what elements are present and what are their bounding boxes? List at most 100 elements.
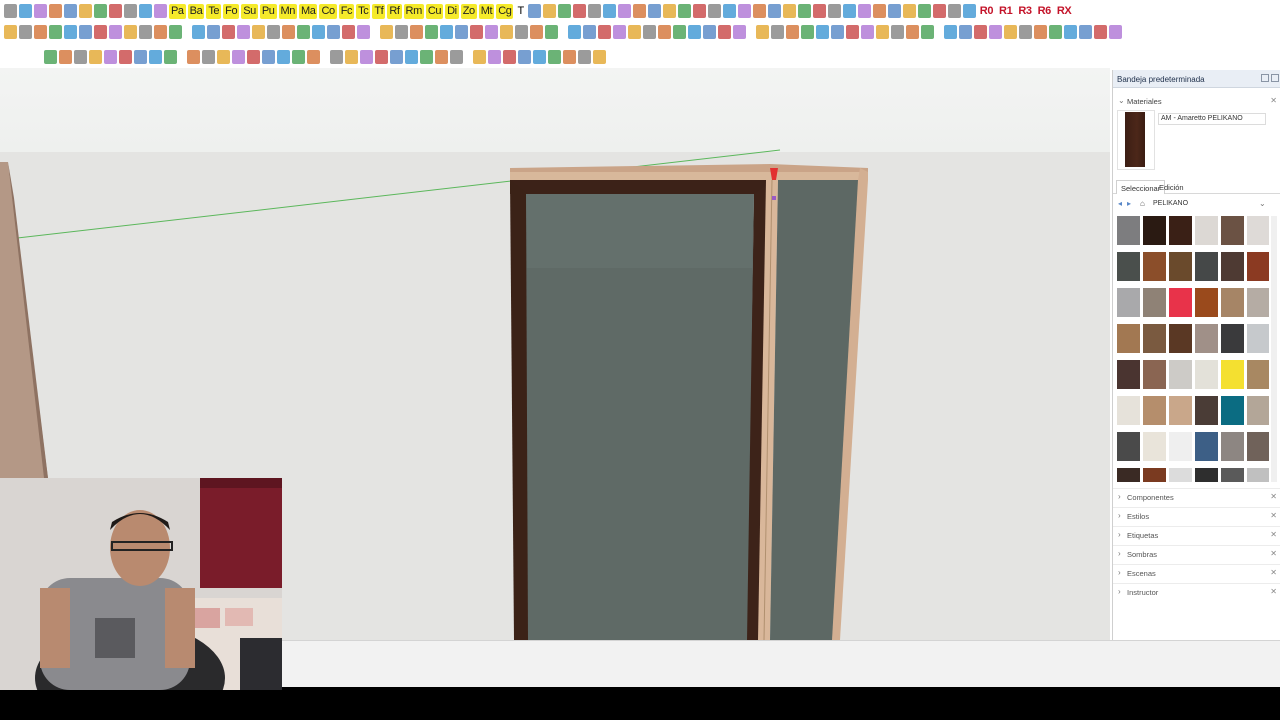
toolbar-tool-icon[interactable]: [1019, 25, 1032, 39]
toolbar-button-cu[interactable]: Cu: [425, 3, 444, 19]
toolbar-tool-icon[interactable]: [515, 25, 528, 39]
toolbar-tool-icon[interactable]: [959, 25, 972, 39]
toolbar-button-ma[interactable]: Ma: [298, 3, 318, 19]
toolbar-button-fo[interactable]: Fo: [223, 3, 240, 19]
toolbar-button-mt[interactable]: Mt: [478, 3, 495, 19]
material-name-field[interactable]: AM - Amaretto PELIKANO: [1158, 113, 1266, 125]
material-swatch[interactable]: [1117, 360, 1140, 389]
toolbar-tool-icon[interactable]: [342, 25, 355, 39]
material-swatch[interactable]: [1195, 216, 1218, 245]
toolbar-tool-icon[interactable]: [154, 25, 167, 39]
toolbar-button-fc[interactable]: Fc: [338, 3, 355, 19]
toolbar-tool-icon[interactable]: [568, 25, 581, 39]
tray-pin-icon[interactable]: [1261, 74, 1269, 82]
toolbar-tool-icon[interactable]: [327, 25, 340, 39]
toolbar-button-tc[interactable]: Tc: [356, 3, 371, 19]
material-swatch[interactable]: [1169, 432, 1192, 461]
tray-section-estilos[interactable]: › Estilos ✕: [1113, 507, 1280, 523]
toolbar-tool-icon[interactable]: [816, 25, 829, 39]
toolbar-tool-icon[interactable]: [1034, 25, 1047, 39]
material-swatch[interactable]: [1117, 432, 1140, 461]
material-swatch[interactable]: [1221, 432, 1244, 461]
toolbar-tool-icon[interactable]: [104, 50, 117, 64]
toolbar-tool-icon[interactable]: [435, 50, 448, 64]
toolbar-tool-icon[interactable]: [237, 25, 250, 39]
tray-section-componentes[interactable]: › Componentes ✕: [1113, 488, 1280, 504]
toolbar-tool-icon[interactable]: [232, 50, 245, 64]
toolbar-tool-icon[interactable]: [733, 25, 746, 39]
toolbar-tool-icon[interactable]: [771, 25, 784, 39]
toolbar-tool-icon[interactable]: [124, 4, 137, 18]
toolbar-button-zo[interactable]: Zo: [460, 3, 477, 19]
toolbar-tool-icon[interactable]: [602, 4, 616, 18]
toolbar-tool-icon[interactable]: [375, 50, 388, 64]
toolbar-tool-icon[interactable]: [917, 4, 931, 18]
toolbar-button-t[interactable]: T: [515, 4, 525, 19]
toolbar-tool-icon[interactable]: [94, 4, 107, 18]
toolbar-tool-icon[interactable]: [307, 50, 320, 64]
toolbar-tool-icon[interactable]: [1109, 25, 1122, 39]
toolbar-button-rf[interactable]: Rf: [387, 3, 402, 19]
material-swatch[interactable]: [1143, 468, 1166, 482]
toolbar-tool-icon[interactable]: [613, 25, 626, 39]
material-swatch[interactable]: [1169, 396, 1192, 425]
toolbar-tool-icon[interactable]: [405, 50, 418, 64]
collection-selector[interactable]: ◂ ▸ ⌂ PELIKANO ⌄: [1113, 198, 1280, 210]
toolbar-tool-icon[interactable]: [962, 4, 976, 18]
material-swatch[interactable]: [1247, 252, 1269, 281]
toolbar-tool-icon[interactable]: [593, 50, 606, 64]
toolbar-tool-icon[interactable]: [643, 25, 656, 39]
tray-section-instructor[interactable]: › Instructor ✕: [1113, 583, 1280, 599]
toolbar-tool-icon[interactable]: [470, 25, 483, 39]
toolbar-tool-icon[interactable]: [974, 25, 987, 39]
toolbar-tool-icon[interactable]: [628, 25, 641, 39]
toolbar-tool-icon[interactable]: [312, 25, 325, 39]
toolbar-tool-icon[interactable]: [989, 25, 1002, 39]
toolbar-tool-icon[interactable]: [74, 50, 87, 64]
toolbar-tool-icon[interactable]: [488, 50, 501, 64]
toolbar-tool-icon[interactable]: [782, 4, 796, 18]
toolbar-tool-icon[interactable]: [548, 50, 561, 64]
material-swatch[interactable]: [1169, 360, 1192, 389]
toolbar-tool-icon[interactable]: [801, 25, 814, 39]
material-swatch[interactable]: [1169, 288, 1192, 317]
toolbar-tool-icon[interactable]: [4, 25, 17, 39]
toolbar-tool-icon[interactable]: [207, 25, 220, 39]
close-icon[interactable]: ✕: [1270, 492, 1277, 501]
materials-header[interactable]: ⌄ Materiales ✕: [1113, 96, 1280, 108]
toolbar-tool-icon[interactable]: [812, 4, 826, 18]
toolbar-button-rx[interactable]: RX: [1055, 4, 1073, 19]
toolbar-tool-icon[interactable]: [872, 4, 886, 18]
toolbar-tool-icon[interactable]: [59, 50, 72, 64]
toolbar-tool-icon[interactable]: [827, 4, 841, 18]
toolbar-tool-icon[interactable]: [947, 4, 961, 18]
toolbar-tool-icon[interactable]: [217, 50, 230, 64]
toolbar-tool-icon[interactable]: [1004, 25, 1017, 39]
material-swatch[interactable]: [1117, 252, 1140, 281]
toolbar-button-ba[interactable]: Ba: [187, 3, 205, 19]
material-swatch[interactable]: [1247, 468, 1269, 482]
toolbar-tool-icon[interactable]: [846, 25, 859, 39]
toolbar-tool-icon[interactable]: [139, 4, 152, 18]
toolbar-tool-icon[interactable]: [4, 4, 17, 18]
toolbar-tool-icon[interactable]: [119, 50, 132, 64]
toolbar-tool-icon[interactable]: [485, 25, 498, 39]
toolbar-tool-icon[interactable]: [252, 25, 265, 39]
toolbar-tool-icon[interactable]: [673, 25, 686, 39]
toolbar-tool-icon[interactable]: [109, 25, 122, 39]
material-swatch[interactable]: [1221, 252, 1244, 281]
material-swatch[interactable]: [1143, 216, 1166, 245]
toolbar-tool-icon[interactable]: [345, 50, 358, 64]
close-icon[interactable]: ✕: [1270, 530, 1277, 539]
toolbar-button-pa[interactable]: Pa: [169, 3, 186, 19]
material-swatch[interactable]: [1117, 216, 1140, 245]
toolbar-tool-icon[interactable]: [247, 50, 260, 64]
toolbar-tool-icon[interactable]: [330, 50, 343, 64]
material-swatch[interactable]: [1221, 288, 1244, 317]
material-swatch[interactable]: [1143, 324, 1166, 353]
material-swatch[interactable]: [1143, 432, 1166, 461]
toolbar-tool-icon[interactable]: [578, 50, 591, 64]
material-swatch[interactable]: [1143, 288, 1166, 317]
toolbar-tool-icon[interactable]: [542, 4, 556, 18]
tray-section-sombras[interactable]: › Sombras ✕: [1113, 545, 1280, 561]
